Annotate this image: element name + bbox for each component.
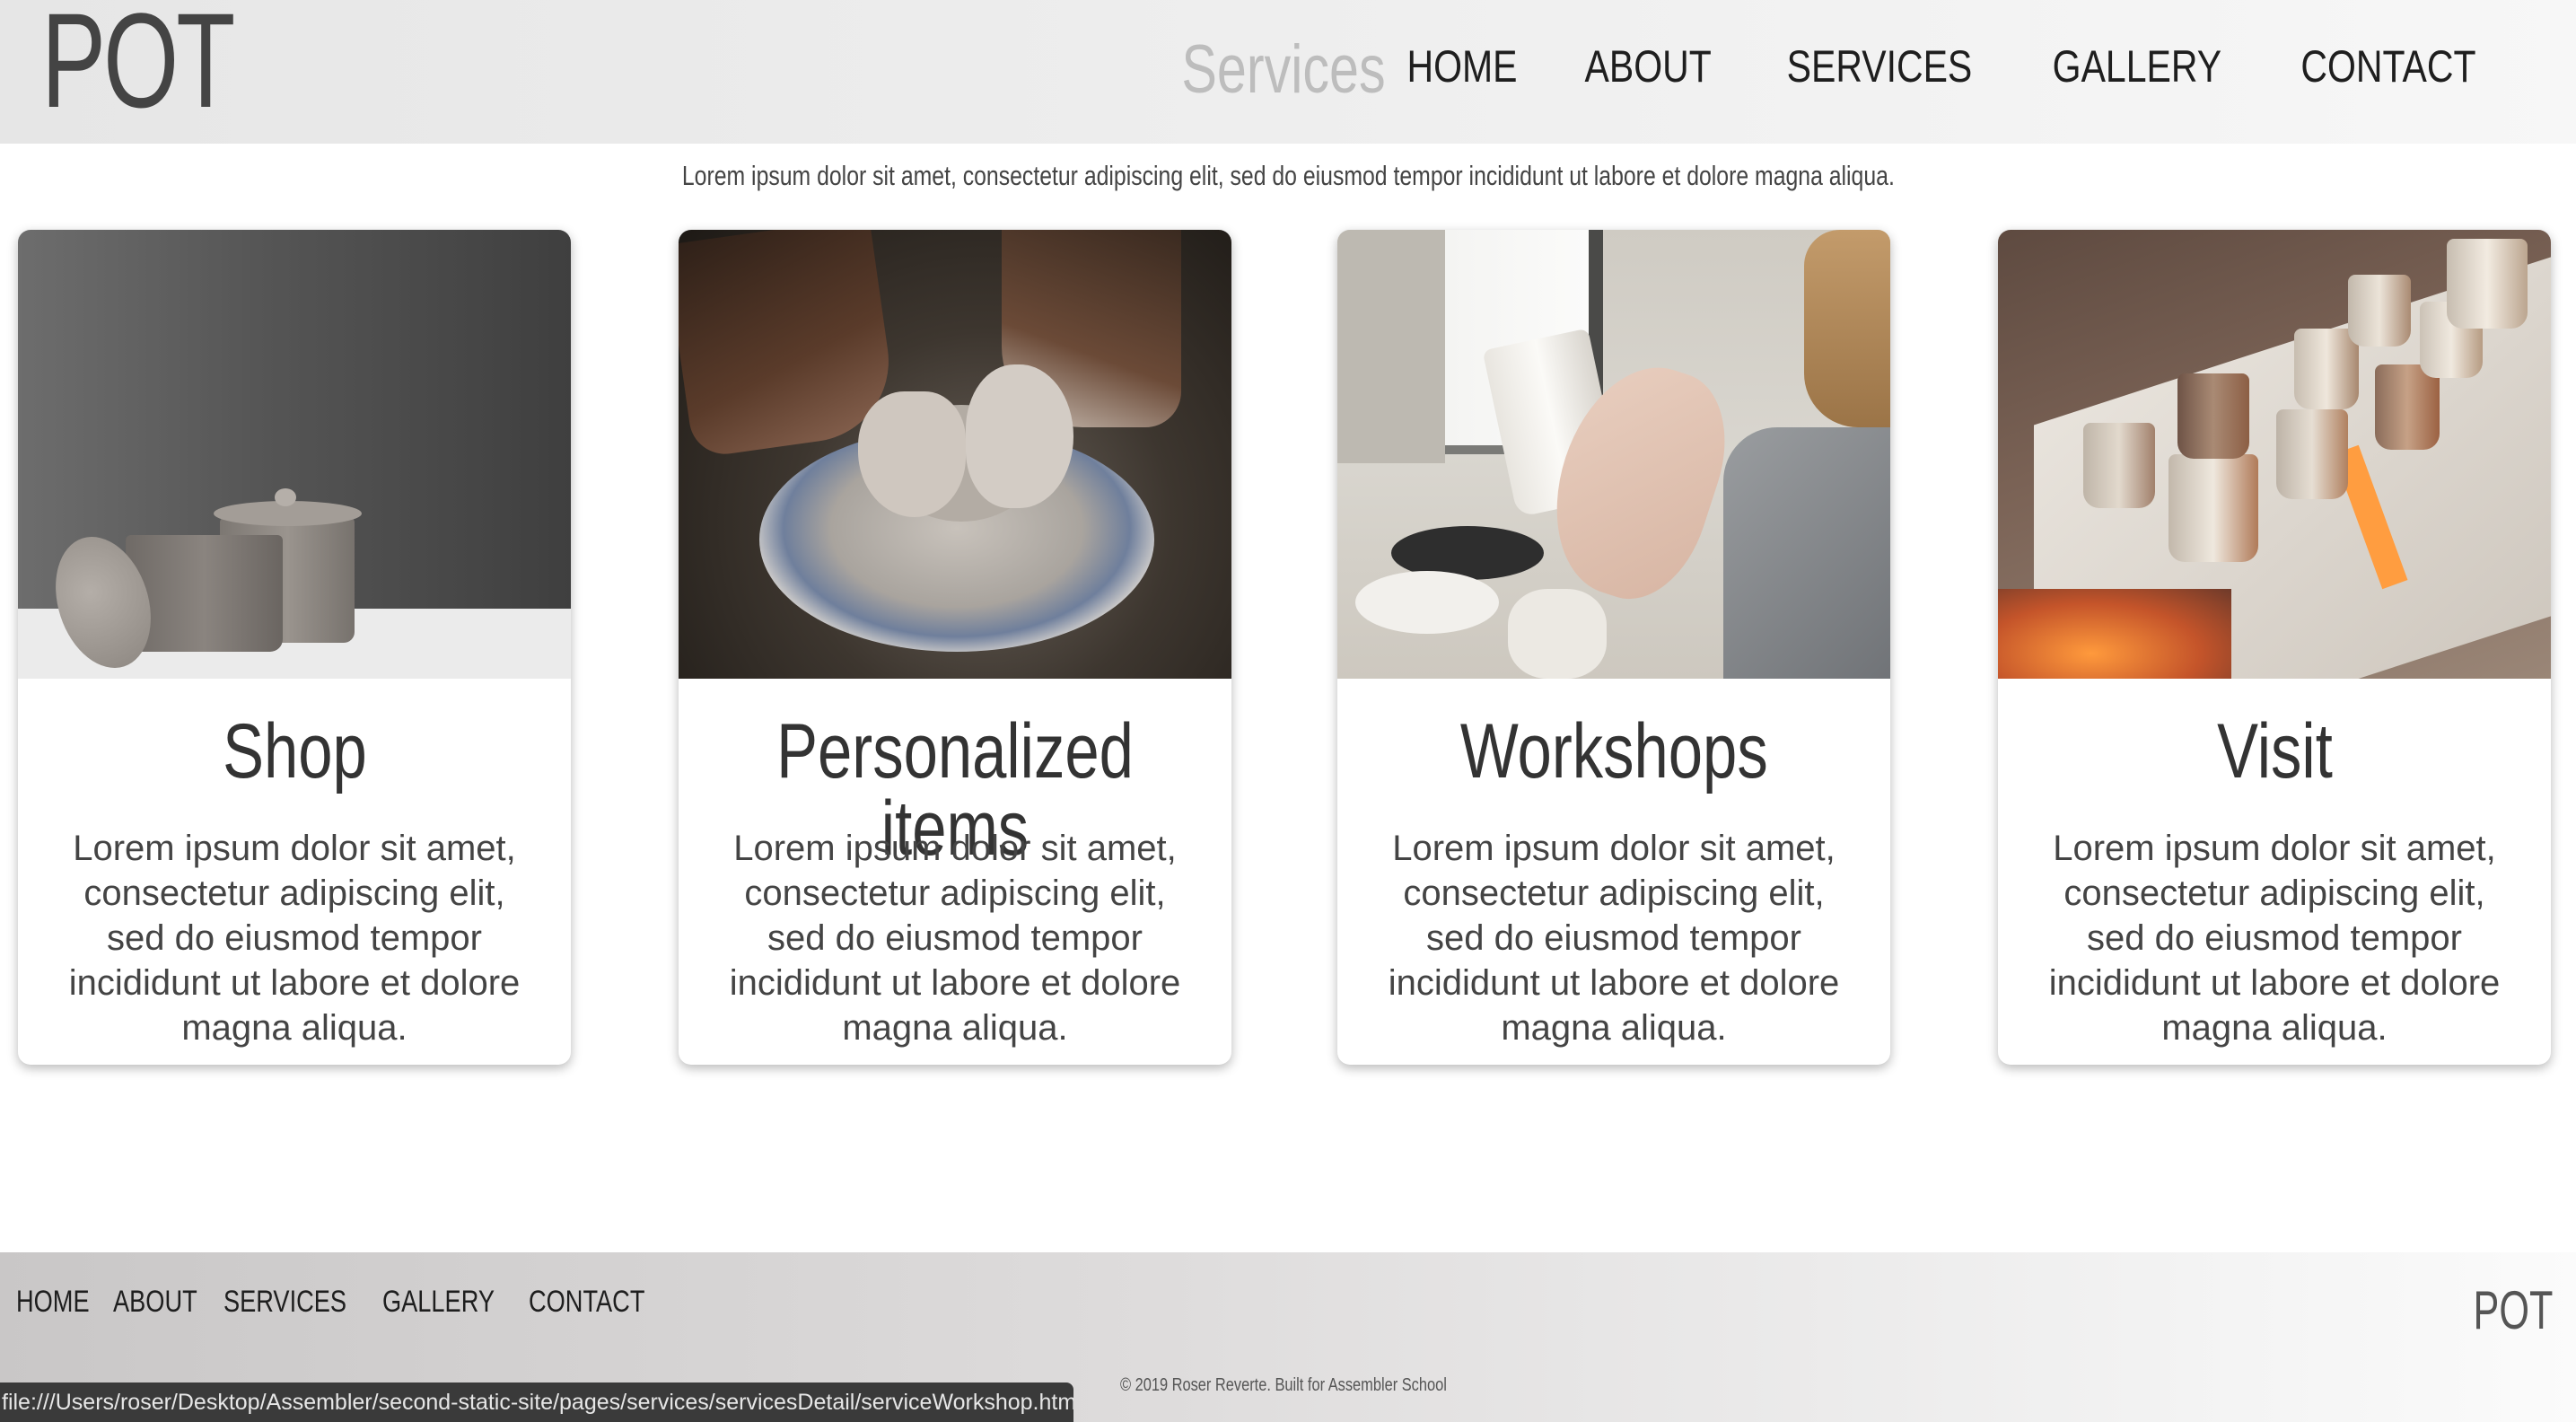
site-header: POT Services HOME ABOUT SERVICES GALLERY…	[0, 0, 2576, 144]
nav-services[interactable]: SERVICES	[1787, 34, 1973, 99]
footer-nav-about[interactable]: ABOUT	[113, 1285, 197, 1320]
footer-nav: HOME ABOUT SERVICES GALLERY CONTACT	[16, 1285, 679, 1320]
card-text: Lorem ipsum dolor sit amet, consectetur …	[68, 829, 521, 1048]
main-nav: HOME ABOUT SERVICES GALLERY CONTACT	[1384, 34, 2495, 99]
footer-nav-services[interactable]: SERVICES	[223, 1285, 346, 1320]
pottery-wheel-image	[679, 230, 1231, 679]
nav-contact[interactable]: CONTACT	[2300, 34, 2475, 99]
workshop-image	[1337, 230, 1890, 679]
card-title: Visit	[2216, 708, 2333, 794]
footer-nav-gallery[interactable]: GALLERY	[382, 1285, 495, 1320]
intro-text: Lorem ipsum dolor sit amet, consectetur …	[681, 160, 1895, 191]
nav-gallery[interactable]: GALLERY	[2053, 34, 2221, 99]
copyright-text: © 2019 Roser Reverte. Built for Assemble…	[1120, 1375, 1447, 1395]
browser-status-url: file:///Users/roser/Desktop/Assembler/se…	[0, 1382, 1073, 1422]
card-text: Lorem ipsum dolor sit amet, consectetur …	[2048, 829, 2501, 1048]
card-text: Lorem ipsum dolor sit amet, consectetur …	[1388, 829, 1840, 1048]
card-title: Shop	[222, 708, 367, 794]
card-text: Lorem ipsum dolor sit amet, consectetur …	[729, 829, 1181, 1048]
shop-image	[18, 230, 571, 679]
service-card-visit[interactable]: Visit Lorem ipsum dolor sit amet, consec…	[1998, 230, 2551, 1065]
service-card-workshops[interactable]: Workshops Lorem ipsum dolor sit amet, co…	[1337, 230, 1890, 1065]
nav-home[interactable]: HOME	[1407, 34, 1518, 99]
site-logo[interactable]: POT	[41, 0, 235, 127]
service-card-personalized-items[interactable]: Personalized items Lorem ipsum dolor sit…	[679, 230, 1231, 1065]
footer-logo[interactable]: POT	[2473, 1279, 2553, 1341]
kiln-image	[1998, 230, 2551, 679]
card-title: Workshops	[1459, 708, 1768, 794]
service-card-shop[interactable]: Shop Lorem ipsum dolor sit amet, consect…	[18, 230, 571, 1065]
nav-about[interactable]: ABOUT	[1585, 34, 1712, 99]
footer-nav-home[interactable]: HOME	[16, 1285, 90, 1320]
footer-nav-contact[interactable]: CONTACT	[529, 1285, 644, 1320]
